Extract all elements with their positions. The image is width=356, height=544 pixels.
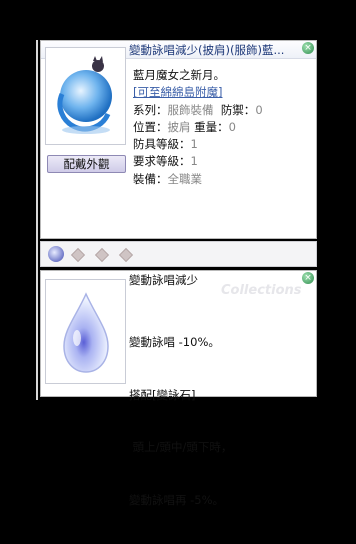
enchant-link[interactable]: [可至綿綿島附魔] — [133, 84, 313, 101]
card-effect-line: 頭上/頭中/頭下時， — [129, 440, 233, 454]
equipment-image-frame — [45, 47, 126, 145]
window-frame-edge — [36, 40, 38, 400]
stat-row-armor-level: 防具等級：1 — [133, 137, 198, 152]
card-effect-line: 變動詠唱再 -5%。 — [129, 492, 225, 507]
collections-watermark: Collections — [221, 283, 302, 298]
close-icon[interactable]: × — [302, 42, 314, 54]
card-detail-panel: 變動詠唱減少 × Collections 變動詠唱 -10%。 搭配[變詠石] … — [40, 270, 317, 507]
equipment-description: 藍月魔女之新月。 — [133, 68, 225, 82]
card-effect-list: 變動詠唱 -10%。 搭配[變詠石] 頭上/頭中/頭下時， 變動詠唱再 -5%。 — [129, 299, 232, 544]
water-drop-icon — [63, 292, 109, 373]
card-slot-strip — [40, 241, 317, 267]
card-slot-orb-icon[interactable] — [48, 246, 64, 262]
equipment-info-panel: 變動詠唱減少(披肩)(服飾)藍... × 配戴外觀 藍月魔女之新月。 [可至綿綿… — [40, 40, 317, 239]
close-icon[interactable]: × — [302, 272, 314, 284]
wear-appearance-button[interactable]: 配戴外觀 — [47, 155, 126, 173]
stat-row-position: 位置：披肩 重量：0 — [133, 119, 236, 134]
stat-row-equip-class: 裝備：全職業 — [133, 171, 202, 186]
stat-row-series: 系列：服飾裝備 防禦：0 — [133, 102, 263, 117]
empty-slot-icon[interactable] — [118, 247, 134, 263]
empty-slot-icon[interactable] — [94, 247, 110, 263]
stat-row-required-level: 要求等級：1 — [133, 154, 198, 169]
blue-moon-orb-icon — [57, 56, 112, 134]
empty-slot-icon[interactable] — [70, 247, 86, 263]
card-image-frame — [45, 279, 126, 384]
card-effect-line: 搭配[變詠石] — [129, 387, 196, 402]
card-effect-line: 變動詠唱 -10%。 — [129, 335, 220, 349]
equipment-stats: 藍月魔女之新月。 [可至綿綿島附魔] 系列：服飾裝備 防禦：0 位置：披肩 重量… — [133, 67, 313, 188]
